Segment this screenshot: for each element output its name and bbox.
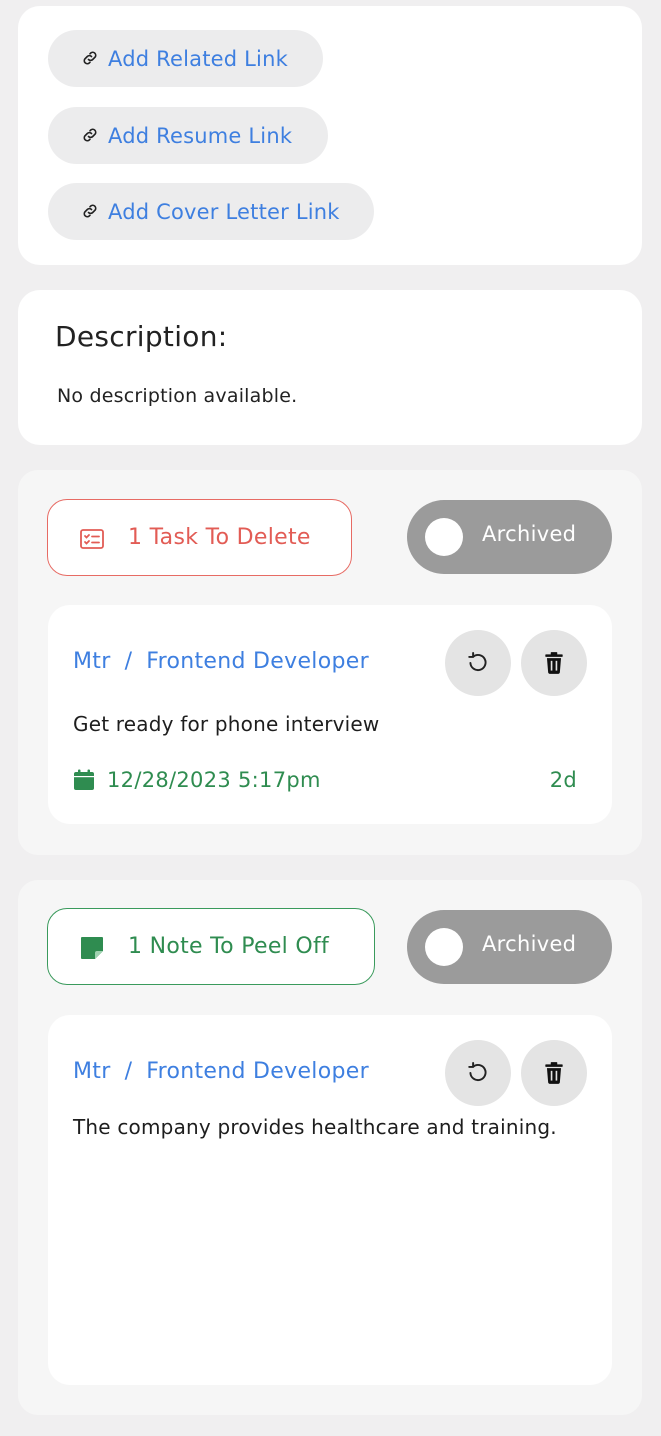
description-text: No description available. xyxy=(57,385,298,407)
role-link[interactable]: Frontend Developer xyxy=(146,649,369,674)
tasks-to-delete-button[interactable]: 1 Task To Delete xyxy=(47,499,352,576)
toggle-label: Archived xyxy=(482,932,577,956)
tasks-archived-toggle[interactable]: Archived xyxy=(407,500,612,574)
trash-icon xyxy=(545,652,563,674)
company-link[interactable]: Mtr xyxy=(73,1059,111,1084)
description-title: Description: xyxy=(55,320,228,353)
note-card: Mtr / Frontend Developer The company provi… xyxy=(48,1015,612,1385)
sticky-note-icon xyxy=(81,937,103,959)
toggle-label: Archived xyxy=(482,522,577,546)
task-list-icon xyxy=(80,529,104,549)
add-cover-letter-link-button[interactable]: Add Cover Letter Link xyxy=(48,183,374,240)
task-card: Mtr / Frontend Developer Get ready for pho… xyxy=(48,605,612,824)
role-link[interactable]: Frontend Developer xyxy=(146,1059,369,1084)
task-due-date: 12/28/2023 5:17pm xyxy=(107,768,321,792)
restore-icon xyxy=(468,652,487,672)
notes-archived-toggle[interactable]: Archived xyxy=(407,910,612,984)
task-breadcrumb: Mtr / Frontend Developer xyxy=(73,649,369,674)
tasks-count-label: 1 Task To Delete xyxy=(128,525,311,550)
toggle-knob xyxy=(425,518,463,556)
link-icon xyxy=(83,128,97,142)
task-relative-time: 2d xyxy=(549,768,577,792)
add-cover-letter-link-label: Add Cover Letter Link xyxy=(108,199,340,224)
add-related-link-label: Add Related Link xyxy=(108,46,288,71)
breadcrumb-separator: / xyxy=(124,1059,133,1084)
link-icon xyxy=(83,204,97,218)
company-link[interactable]: Mtr xyxy=(73,649,111,674)
description-card: Description: No description available. xyxy=(18,290,642,445)
restore-icon xyxy=(468,1062,487,1082)
links-card: Add Related Link Add Resume Link Add Cov… xyxy=(18,6,642,265)
add-resume-link-button[interactable]: Add Resume Link xyxy=(48,107,328,164)
delete-note-button[interactable] xyxy=(521,1040,587,1106)
toggle-knob xyxy=(425,928,463,966)
restore-note-button[interactable] xyxy=(445,1040,511,1106)
breadcrumb-separator: / xyxy=(124,649,133,674)
notes-to-peel-button[interactable]: 1 Note To Peel Off xyxy=(47,908,375,985)
calendar-icon xyxy=(74,769,94,790)
delete-task-button[interactable] xyxy=(521,630,587,696)
add-related-link-button[interactable]: Add Related Link xyxy=(48,30,323,87)
notes-section: 1 Note To Peel Off Archived Mtr / Frontend… xyxy=(18,880,642,1415)
task-due-row: 12/28/2023 5:17pm 2d xyxy=(73,768,577,792)
note-breadcrumb: Mtr / Frontend Developer xyxy=(73,1059,369,1084)
notes-count-label: 1 Note To Peel Off xyxy=(128,934,330,959)
tasks-section: 1 Task To Delete Archived Mtr / Frontend D… xyxy=(18,470,642,855)
note-text: The company provides healthcare and trai… xyxy=(73,1115,557,1139)
link-icon xyxy=(83,51,97,65)
restore-task-button[interactable] xyxy=(445,630,511,696)
trash-icon xyxy=(545,1062,563,1084)
page: Add Related Link Add Resume Link Add Cov… xyxy=(0,0,661,1436)
add-resume-link-label: Add Resume Link xyxy=(108,123,293,148)
task-text: Get ready for phone interview xyxy=(73,712,380,736)
